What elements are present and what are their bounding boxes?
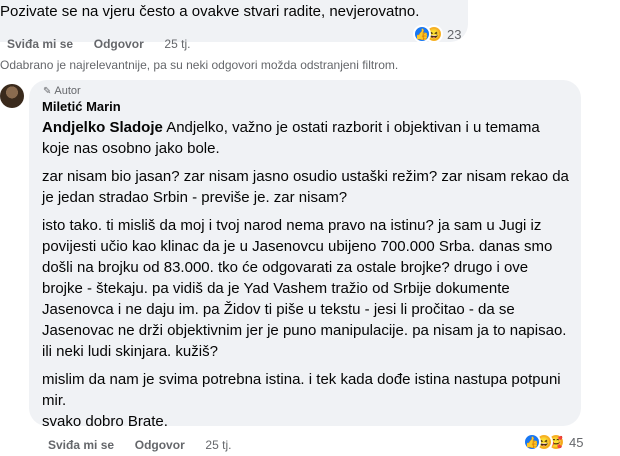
- reply-line: isto tako. ti misliš da moj i tvoj narod…: [42, 217, 542, 234]
- top-comment-reactions[interactable]: 👍 😆 23: [413, 24, 461, 44]
- reply-button[interactable]: Odgovor: [94, 37, 144, 51]
- like-icon: 👍: [523, 433, 541, 451]
- like-button[interactable]: Sviđa mi se: [7, 37, 73, 51]
- reaction-count: 45: [569, 434, 584, 450]
- reply-line: Jasenovac ne drži objektivnim jer je pun…: [42, 322, 567, 339]
- reply-line: Andjelko Sladoje Andjelko, važno je osta…: [42, 118, 540, 138]
- author-badge-label: Autor: [54, 85, 81, 97]
- avatar[interactable]: [0, 84, 24, 108]
- reply-line: došli na brojku od 83.000. tko će odgova…: [42, 259, 529, 276]
- author-badge: ✎ Autor: [43, 85, 81, 97]
- reply-reactions[interactable]: 👍 😆 🥰 45: [523, 432, 583, 452]
- top-comment-actions: Sviđa mi se Odgovor 25 tj.: [7, 37, 190, 51]
- author-name[interactable]: Miletić Marin: [42, 99, 121, 114]
- reply-line: povijesti učio kao klinac da je u Jaseno…: [42, 238, 553, 255]
- reaction-count: 23: [447, 26, 462, 42]
- reply-actions: Sviđa mi se Odgovor 25 tj.: [48, 438, 231, 452]
- pencil-icon: ✎: [43, 85, 52, 97]
- reply-line: brojke - štekaju. pa vidiš da je Yad Vas…: [42, 280, 510, 297]
- timestamp[interactable]: 25 tj.: [205, 438, 231, 452]
- mention-link[interactable]: Andjelko Sladoje: [42, 119, 163, 136]
- like-icon: 👍: [413, 25, 431, 43]
- reply-line: mir.: [42, 392, 67, 409]
- reply-line-text: Andjelko, važno je ostati razborit i obj…: [162, 119, 540, 136]
- reply-line: Jasenovca i ne daju im. pa Židov ti piše…: [42, 301, 515, 318]
- reply-line: koje nas osobno jako bole.: [42, 140, 220, 157]
- timestamp[interactable]: 25 tj.: [164, 37, 190, 51]
- reply-line: je jedan stradao Srbin - previše je. zar…: [42, 189, 348, 206]
- top-comment-text: Pozivate se na vjeru često a ovakve stva…: [0, 3, 420, 20]
- reply-line: ili neki ludi skinjara. kužiš?: [42, 343, 218, 360]
- reply-line: svako dobro Brate.: [42, 413, 168, 430]
- filter-notice: Odabrano je najrelevantnije, pa su neki …: [0, 58, 399, 72]
- like-button[interactable]: Sviđa mi se: [48, 438, 114, 452]
- reply-button[interactable]: Odgovor: [135, 438, 185, 452]
- reply-line: mislim da nam je svima potrebna istina. …: [42, 371, 561, 388]
- reply-line: zar nisam bio jasan? zar nisam jasno osu…: [42, 168, 569, 185]
